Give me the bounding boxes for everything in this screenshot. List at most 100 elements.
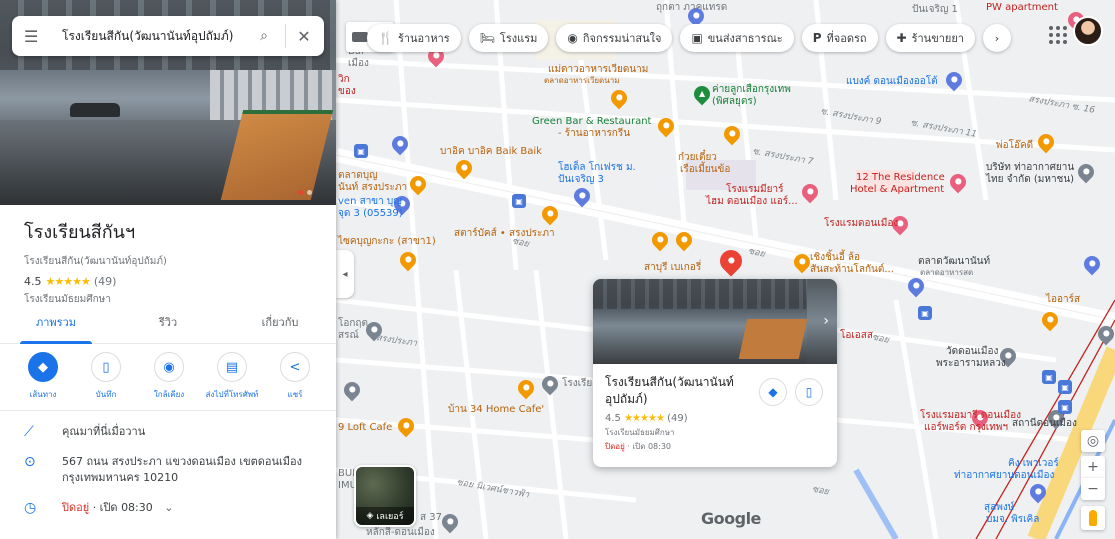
share-icon: < [280, 352, 310, 382]
pegman-icon [1089, 510, 1097, 526]
chevron-right-icon[interactable]: › [823, 313, 829, 329]
popup-directions-button[interactable]: ◆ [759, 378, 787, 406]
chip-parking[interactable]: P ที่จอดรถ [801, 24, 878, 52]
map-label: จุด 3 (05539) [338, 208, 403, 219]
chevron-right-icon: › [994, 31, 1000, 45]
map-label: 9 Loft Cafe [338, 422, 393, 433]
bus-stop-icon[interactable]: ▣ [918, 306, 932, 320]
map-label: บ้าน 34 Home Cafe' [448, 404, 545, 415]
divider [0, 410, 336, 411]
street-view-pegman[interactable] [1081, 506, 1105, 530]
bus-stop-icon[interactable]: ▣ [354, 144, 368, 158]
bus-stop-icon[interactable]: ▣ [1058, 400, 1072, 414]
chip-hotels[interactable]: 🛏 โรงแรม [468, 24, 549, 52]
save-button[interactable]: ▯ บันทึก [77, 352, 135, 401]
tab-overview[interactable]: ภาพรวม [0, 300, 112, 344]
map-label: ven สาขา บุญ [338, 196, 402, 207]
popup-photo[interactable]: › [593, 279, 837, 364]
plus-icon: + [1087, 459, 1099, 475]
hours-row[interactable]: ◷ ปิดอยู่ · เปิด 08:30 ⌄ [0, 500, 336, 516]
trend-icon: ⟋ [24, 424, 34, 440]
chip-transit[interactable]: ▣ ขนส่งสาธารณะ [680, 24, 794, 52]
address-line: 567 ถนน สรงประภา แขวงดอนเมือง เขตดอนเมือ… [62, 455, 302, 468]
map-label: ก๋วยเตี๋ยว [678, 152, 717, 163]
map-label: แอร์พอร์ต กรุงเทพฯ [924, 422, 1008, 433]
place-actions: ◆ เส้นทาง ▯ บันทึก ◉ ใกล้เคียง ▤ ส่งไปที… [14, 352, 324, 401]
chip-things-to-do[interactable]: ◉ กิจกรรมน่าสนใจ [556, 24, 673, 52]
review-count[interactable]: (49) [667, 413, 688, 424]
map-label: ตลาดอาหารเวียดนาม [544, 76, 620, 85]
closed-status: ปิดอยู่ [62, 501, 90, 514]
map-label: ไฮม ดอนเมือง แอร์... [706, 196, 798, 207]
chip-restaurants[interactable]: 🍴 ร้านอาหาร [367, 24, 461, 52]
map-label: 12 The Residence [856, 172, 945, 183]
location-pin-icon: ⊙ [24, 454, 36, 470]
address-row[interactable]: ⊙ 567 ถนน สรงประภา แขวงดอนเมือง เขตดอนเม… [0, 454, 336, 486]
map-label: สันสะท้านโลกันต์... [810, 264, 894, 275]
map-label: BUI [338, 468, 356, 479]
map-label: โฮเต็ล โกเฟรช ม. [558, 162, 636, 173]
chip-label: ร้านขายยา [911, 32, 964, 45]
popup-save-button[interactable]: ▯ [795, 378, 823, 406]
layers-toggle[interactable]: ◈ เลเยอร์ [354, 465, 416, 527]
apps-grid-button[interactable] [1045, 22, 1069, 46]
star-rating-icon: ★★★★★ [45, 275, 91, 288]
minus-icon: − [1087, 481, 1099, 497]
chevron-down-icon[interactable]: ⌄ [164, 501, 173, 514]
rating-value: 4.5 [24, 275, 42, 288]
share-button[interactable]: < แชร์ [266, 352, 324, 401]
chip-label: กิจกรรมน่าสนใจ [582, 32, 662, 45]
nearby-button[interactable]: ◉ ใกล้เคียง [140, 352, 198, 401]
popup-rating: 4.5 ★★★★★ (49) [605, 413, 825, 424]
map-label: แม่ดาวอาหารเวียดนาม [548, 64, 649, 75]
popup-title[interactable]: โรงเรียนสีกัน(วัฒนานันท์ อุปถัมภ์) [605, 374, 755, 409]
map-label: โรงแรมมียาร์ [726, 184, 784, 195]
place-rating: 4.5 ★★★★★ (49) [0, 269, 336, 288]
map-label: ตลาดวัฒนานันท์ [918, 256, 991, 267]
bus-stop-icon[interactable]: ▣ [1042, 370, 1056, 384]
map-label: บริษัท ท่าอากาศยาน [986, 162, 1075, 173]
closed-status: ปิดอยู่ [605, 441, 625, 451]
map-label: สตาร์บัคส์ • สรงประภา [454, 228, 555, 239]
map-label: โอเอสส [840, 330, 874, 341]
account-avatar[interactable] [1073, 16, 1103, 46]
chips-next-button[interactable]: › [982, 24, 1011, 52]
zoom-in-button[interactable]: + [1081, 456, 1105, 478]
popular-times-row: ⟋ คุณมาที่นี่เมื่อวาน [0, 424, 336, 440]
tab-about[interactable]: เกี่ยวกับ [224, 300, 336, 343]
chip-label: โรงแรม [499, 32, 538, 45]
map-label: - ร้านอาหารกรีน [558, 128, 631, 139]
bus-stop-icon[interactable]: ▣ [1058, 380, 1072, 394]
directions-button[interactable]: ◆ เส้นทาง [14, 352, 72, 401]
directions-icon: ◆ [28, 352, 58, 382]
menu-icon[interactable]: ☰ [24, 27, 48, 46]
action-label: ส่งไปที่โทรศัพท์ [205, 390, 259, 399]
send-to-phone-button[interactable]: ▤ ส่งไปที่โทรศัพท์ [203, 352, 261, 401]
action-label: ใกล้เคียง [153, 390, 185, 399]
my-location-button[interactable]: ◎ [1081, 430, 1105, 452]
zoom-out-button[interactable]: − [1081, 478, 1105, 500]
chip-pharmacy[interactable]: ✚ ร้านขายยา [885, 24, 975, 52]
map-label: ท่าอากาศยานดอนเมือง [954, 470, 1055, 481]
map-label: ปันเจริญ 1 [912, 4, 958, 15]
map-label: ถุกตา ภาคแทรด [656, 2, 728, 13]
review-count[interactable]: (49) [94, 275, 117, 288]
collapse-panel-button[interactable]: ◂ [336, 250, 354, 298]
map-label: วัดดอนเมือง [946, 346, 999, 357]
map-label: สถานีดอนเมือง [1012, 418, 1077, 429]
bus-stop-icon[interactable]: ▣ [512, 194, 526, 208]
bookmark-icon: ▯ [805, 385, 813, 399]
map-label: บาอิค บาอิค Baik Baik [440, 146, 542, 157]
map-canvas[interactable]: ● ● ▲ ● ● ● ● ● ● ● ● ● ● ● ● ● ● ● ● ● … [336, 0, 1115, 539]
tab-reviews[interactable]: รีวิว [112, 300, 224, 343]
popup-photo-next[interactable] [807, 279, 837, 364]
place-title: โรงเรียนสีกันฯ [24, 222, 136, 243]
map-label: หลักสี่-ดอนเมือง [366, 527, 435, 538]
place-popup-card[interactable]: › โรงเรียนสีกัน(วัฒนานันท์ อุปถัมภ์) 4.5… [593, 279, 837, 467]
close-icon[interactable]: ✕ [292, 27, 316, 46]
search-input[interactable]: โรงเรียนสีกัน(วัฒนานันท์อุปถัมภ์) [48, 27, 249, 46]
place-panel: ☰ โรงเรียนสีกัน(วัฒนานันท์อุปถัมภ์) ⌕ ✕ … [0, 0, 336, 539]
search-icon[interactable]: ⌕ [249, 28, 279, 44]
map-label: โอกฤต [338, 318, 368, 329]
map-label: ของ [338, 86, 356, 97]
